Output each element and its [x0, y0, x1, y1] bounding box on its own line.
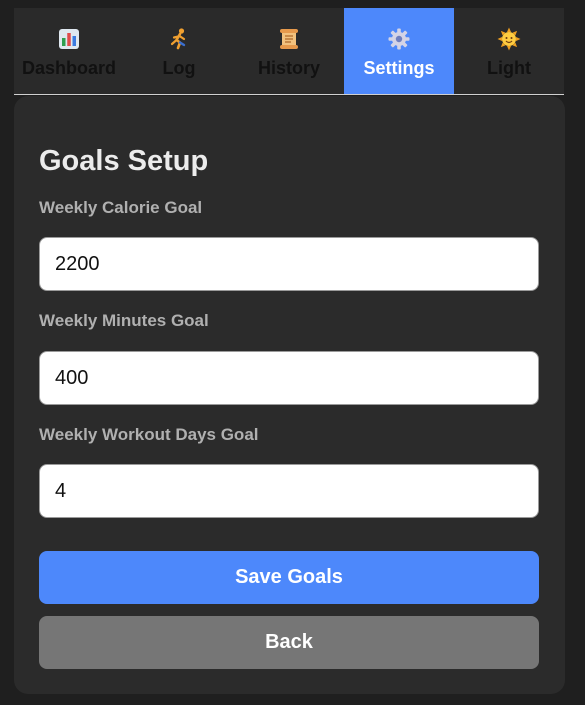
goals-panel: Goals Setup Weekly Calorie Goal Weekly M… [14, 96, 565, 694]
scroll-icon [280, 29, 298, 49]
minutes-goal-input[interactable] [39, 351, 539, 405]
workout-days-goal-input[interactable] [39, 464, 539, 518]
calorie-goal-label: Weekly Calorie Goal [39, 198, 203, 217]
bar-chart-icon [59, 29, 79, 49]
workout-days-goal-label: Weekly Workout Days Goal [39, 425, 259, 444]
tab-label: Log [162, 58, 196, 78]
minutes-goal-label: Weekly Minutes Goal [39, 311, 209, 330]
tab-dashboard[interactable]: Dashboard [14, 8, 124, 94]
sun-icon [497, 27, 521, 51]
tab-label: History [257, 58, 320, 78]
tab-log[interactable]: Log [124, 8, 234, 94]
tab-label: Settings [363, 58, 435, 78]
tab-settings[interactable]: Settings [344, 8, 454, 94]
gear-icon [388, 28, 410, 50]
save-goals-button[interactable]: Save Goals [39, 551, 539, 604]
runner-icon [170, 28, 186, 50]
tab-label: Dashboard [21, 58, 117, 78]
tab-history[interactable]: History [234, 8, 344, 94]
back-button[interactable]: Back [39, 616, 539, 669]
tab-light[interactable]: Light [454, 8, 564, 94]
page-title: Goals Setup [39, 145, 209, 177]
top-nav: Dashboard Log History Settings Light [14, 8, 564, 95]
calorie-goal-input[interactable] [39, 237, 539, 291]
tab-label: Light [487, 58, 531, 78]
